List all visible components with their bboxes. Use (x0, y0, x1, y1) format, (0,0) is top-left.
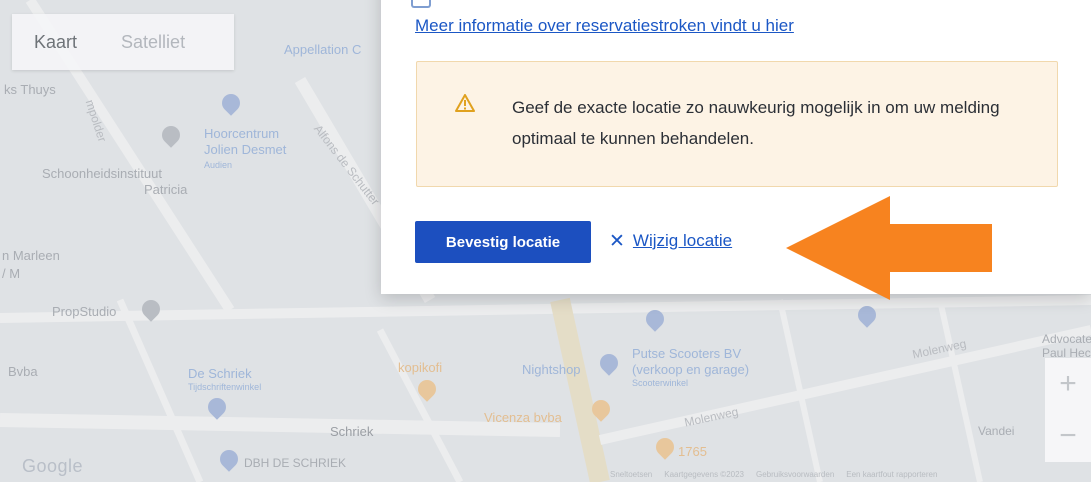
map-label: Patricia (144, 182, 188, 197)
confirm-location-button[interactable]: Bevestig locatie (415, 221, 591, 263)
map-label: n Marleen (2, 248, 60, 263)
zoom-out-button[interactable]: − (1045, 410, 1091, 462)
zoom-in-button[interactable]: + (1045, 358, 1091, 410)
attribution-mapdata: Kaartgegevens ©2023 (664, 470, 744, 479)
attribution-shortcuts[interactable]: Sneltoetsen (610, 470, 652, 479)
map-label: / M (2, 266, 21, 281)
map-label: Schoonheidsinstituut (42, 166, 162, 181)
map-label: kopikofi (398, 360, 443, 375)
map-label: Schriek (330, 424, 374, 439)
map-label: (verkoop en garage) (632, 362, 750, 377)
warning-text: Geef de exacte locatie zo nauwkeurig mog… (512, 98, 1000, 148)
map-label: PropStudio (52, 304, 117, 319)
map-label: Vicenza bvba (484, 410, 562, 425)
map-label: Hoorcentrum (204, 126, 280, 141)
google-logo[interactable]: Google (22, 456, 83, 477)
map-label: ks Thuys (4, 82, 56, 97)
attribution-terms[interactable]: Gebruiksvoorwaarden (756, 470, 834, 479)
change-location-link[interactable]: ✕ Wijzig locatie (609, 231, 732, 251)
close-icon: ✕ (609, 230, 625, 252)
map-label: Tijdschriftenwinkel (188, 382, 262, 392)
map-type-kaart[interactable]: Kaart (12, 32, 99, 53)
warning-triangle-icon (455, 94, 475, 112)
map-label: Vandei (978, 424, 1015, 438)
map-label: DBH DE SCHRIEK (244, 456, 347, 470)
map-label: Nightshop (522, 362, 581, 377)
map-type-control: Kaart Satelliet (12, 14, 234, 70)
zoom-control: + − (1045, 358, 1091, 462)
map-label: 1765 (678, 444, 707, 459)
map-type-satelliet[interactable]: Satelliet (99, 32, 207, 53)
map-label: Putse Scooters BV (632, 346, 742, 361)
map-label: Bvba (8, 364, 38, 379)
attribution-report[interactable]: Een kaartfout rapporteren (846, 470, 937, 479)
change-location-label[interactable]: Wijzig locatie (633, 231, 732, 251)
checkbox-icon[interactable] (411, 0, 431, 8)
map-label: Jolien Desmet (204, 142, 287, 157)
map-label: De Schriek (188, 366, 252, 381)
arrow-left-icon (786, 196, 992, 300)
map-label: Appellation C (284, 42, 362, 57)
warning-box: Geef de exacte locatie zo nauwkeurig mog… (416, 61, 1058, 187)
map-label: Scooterwinkel (632, 378, 689, 388)
map-attribution: Sneltoetsen Kaartgegevens ©2023 Gebruiks… (610, 470, 937, 479)
map-label: Audien (204, 160, 233, 170)
map-label: Advocaten (1042, 332, 1091, 346)
reservation-info-link[interactable]: Meer informatie over reservatiestroken v… (415, 16, 794, 36)
